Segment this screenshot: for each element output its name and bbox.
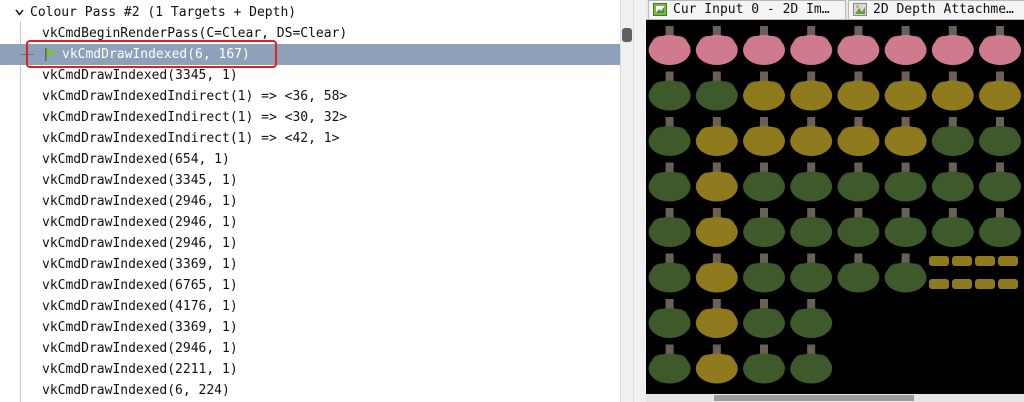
foliage-sprite: [695, 117, 738, 156]
foliage-sprite: [695, 253, 738, 293]
foliage-strip: [975, 279, 995, 289]
foliage-sprite: [790, 299, 833, 338]
texture-horizontal-scrollbar[interactable]: [646, 394, 1024, 402]
foliage-strip: [998, 256, 1018, 266]
foliage-sprite: [695, 26, 738, 65]
foliage-strip: [975, 256, 995, 266]
foliage-sprite: [648, 253, 691, 293]
foliage-sprite: [979, 117, 1021, 156]
event-row[interactable]: vkCmdDrawIndexed(3369, 1): [0, 254, 620, 275]
event-row[interactable]: vkCmdDrawIndexed(2946, 1): [0, 233, 620, 254]
event-row[interactable]: vkCmdDrawIndexed(654, 1): [0, 149, 620, 170]
event-row[interactable]: vkCmdDrawIndexed(3345, 1): [0, 65, 620, 86]
foliage-sprite: [979, 208, 1021, 247]
foliage-sprite: [648, 162, 691, 202]
foliage-sprite: [695, 162, 738, 202]
foliage-sprite: [884, 71, 927, 111]
foliage-strip: [952, 256, 972, 266]
texture-viewer-panel: Cur Input 0 - 2D Im… 2D Depth Attachme…: [646, 0, 1024, 402]
foliage-sprite: [979, 162, 1021, 202]
foliage-sprite: [884, 253, 927, 293]
foliage-sprite: [743, 344, 785, 384]
render-pass-label: Colour Pass #2 (1 Targets + Depth): [30, 5, 297, 20]
foliage-sprite: [648, 117, 691, 156]
selection-annotation-box: [26, 40, 277, 68]
scrollbar-thumb[interactable]: [714, 395, 914, 401]
foliage-sprite: [790, 71, 833, 111]
event-row[interactable]: vkCmdDrawIndexedIndirect(1) => <30, 32>: [0, 107, 620, 128]
foliage-sprite: [790, 162, 833, 202]
foliage-sprite: [790, 26, 833, 65]
foliage-sprite: [837, 71, 880, 111]
tab-cur-input-0[interactable]: Cur Input 0 - 2D Im…: [648, 0, 846, 19]
foliage-sprite: [648, 299, 691, 338]
foliage-sprite: [790, 344, 833, 384]
foliage-sprite: [884, 117, 927, 156]
foliage-sprite: [743, 299, 785, 338]
event-row[interactable]: vkCmdDrawIndexed(4176, 1): [0, 296, 620, 317]
event-row[interactable]: vkCmdDrawIndexedIndirect(1) => <42, 1>: [0, 128, 620, 149]
foliage-sprite: [648, 208, 691, 247]
foliage-sprite: [743, 162, 785, 202]
foliage-strip: [998, 279, 1018, 289]
foliage-sprite: [837, 26, 880, 65]
foliage-sprite: [931, 26, 974, 65]
foliage-sprite: [743, 117, 785, 156]
event-row[interactable]: vkCmdDrawIndexed(3345, 1): [0, 170, 620, 191]
foliage-strip: [929, 279, 949, 289]
event-row[interactable]: vkCmdDrawIndexed(6, 224): [0, 380, 620, 401]
foliage-sprite: [884, 208, 927, 247]
foliage-sprite: [790, 208, 833, 247]
foliage-sprite: [743, 71, 785, 111]
texture-preview[interactable]: [646, 20, 1024, 394]
foliage-sprite: [884, 26, 927, 65]
foliage-strip: [929, 256, 949, 266]
event-row[interactable]: vkCmdDrawIndexed(3369, 1): [0, 317, 620, 338]
foliage-sprite: [979, 26, 1021, 65]
event-row[interactable]: vkCmdDrawIndexedIndirect(1) => <36, 58>: [0, 86, 620, 107]
chevron-down-icon[interactable]: [15, 8, 24, 17]
foliage-sprite: [648, 344, 691, 384]
foliage-sprite: [931, 71, 974, 111]
foliage-sprite: [837, 208, 880, 247]
foliage-sprite: [979, 71, 1021, 111]
foliage-sprite: [931, 117, 974, 156]
event-row[interactable]: vkCmdDrawIndexed(2946, 1): [0, 212, 620, 233]
foliage-sprite: [695, 299, 738, 338]
foliage-sprite: [743, 208, 785, 247]
image-icon: [853, 3, 867, 16]
event-row[interactable]: vkCmdDrawIndexed(2946, 1): [0, 191, 620, 212]
foliage-sprite: [931, 208, 974, 247]
foliage-sprite: [695, 71, 738, 111]
foliage-strip: [952, 279, 972, 289]
event-list-panel: Colour Pass #2 (1 Targets + Depth) vkCmd…: [0, 0, 620, 402]
event-list-scrollbar[interactable]: [620, 0, 634, 402]
render-pass-header[interactable]: Colour Pass #2 (1 Targets + Depth): [0, 2, 620, 23]
pane-splitter[interactable]: [634, 0, 646, 402]
foliage-sprite: [743, 26, 785, 65]
image-icon: [653, 3, 667, 16]
event-row[interactable]: vkCmdDrawIndexed(2946, 1): [0, 338, 620, 359]
foliage-sprite: [695, 344, 738, 384]
texture-tab-bar: Cur Input 0 - 2D Im… 2D Depth Attachme…: [646, 0, 1024, 20]
foliage-sprite: [931, 162, 974, 202]
foliage-sprite: [695, 208, 738, 247]
foliage-sprite: [648, 26, 691, 65]
foliage-sprite: [837, 253, 880, 293]
event-row[interactable]: vkCmdDrawIndexed(6765, 1): [0, 275, 620, 296]
tab-depth-attachment[interactable]: 2D Depth Attachme…: [848, 0, 1024, 19]
foliage-sprite: [790, 117, 833, 156]
foliage-sprite: [884, 162, 927, 202]
foliage-sprite: [790, 253, 833, 293]
event-row[interactable]: vkCmdDrawIndexed(2211, 1): [0, 359, 620, 380]
scrollbar-thumb[interactable]: [622, 28, 632, 42]
foliage-sprite: [837, 162, 880, 202]
foliage-sprite: [743, 253, 785, 293]
foliage-sprite: [837, 117, 880, 156]
foliage-sprite: [648, 71, 691, 111]
